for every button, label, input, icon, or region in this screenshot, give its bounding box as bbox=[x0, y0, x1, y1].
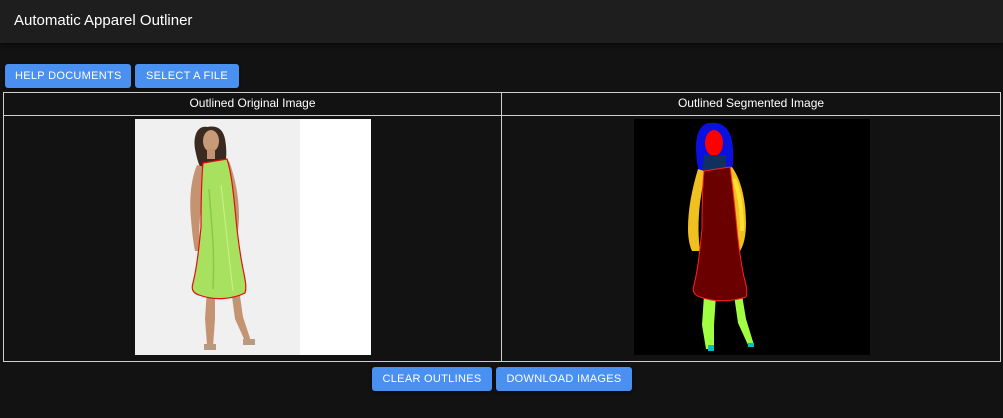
outlined-original-image bbox=[135, 119, 371, 355]
segmentation-mask-graphic bbox=[688, 122, 754, 351]
original-photo-graphic bbox=[135, 119, 371, 355]
app-bar: Automatic Apparel Outliner bbox=[0, 0, 1003, 43]
download-images-button[interactable]: DOWNLOAD IMAGES bbox=[496, 367, 632, 391]
app-title: Automatic Apparel Outliner bbox=[14, 12, 193, 29]
segmented-image-panel-title: Outlined Segmented Image bbox=[502, 93, 1000, 116]
outlined-segmented-image bbox=[634, 119, 870, 355]
clear-outlines-button[interactable]: CLEAR OUTLINES bbox=[372, 367, 492, 391]
segmented-image-panel: Outlined Segmented Image bbox=[501, 92, 1001, 362]
original-image-panel-title: Outlined Original Image bbox=[4, 93, 501, 116]
help-documents-button[interactable]: HELP DOCUMENTS bbox=[5, 64, 131, 88]
select-file-button[interactable]: SELECT A FILE bbox=[135, 64, 239, 88]
original-image-panel: Outlined Original Image bbox=[3, 92, 502, 362]
